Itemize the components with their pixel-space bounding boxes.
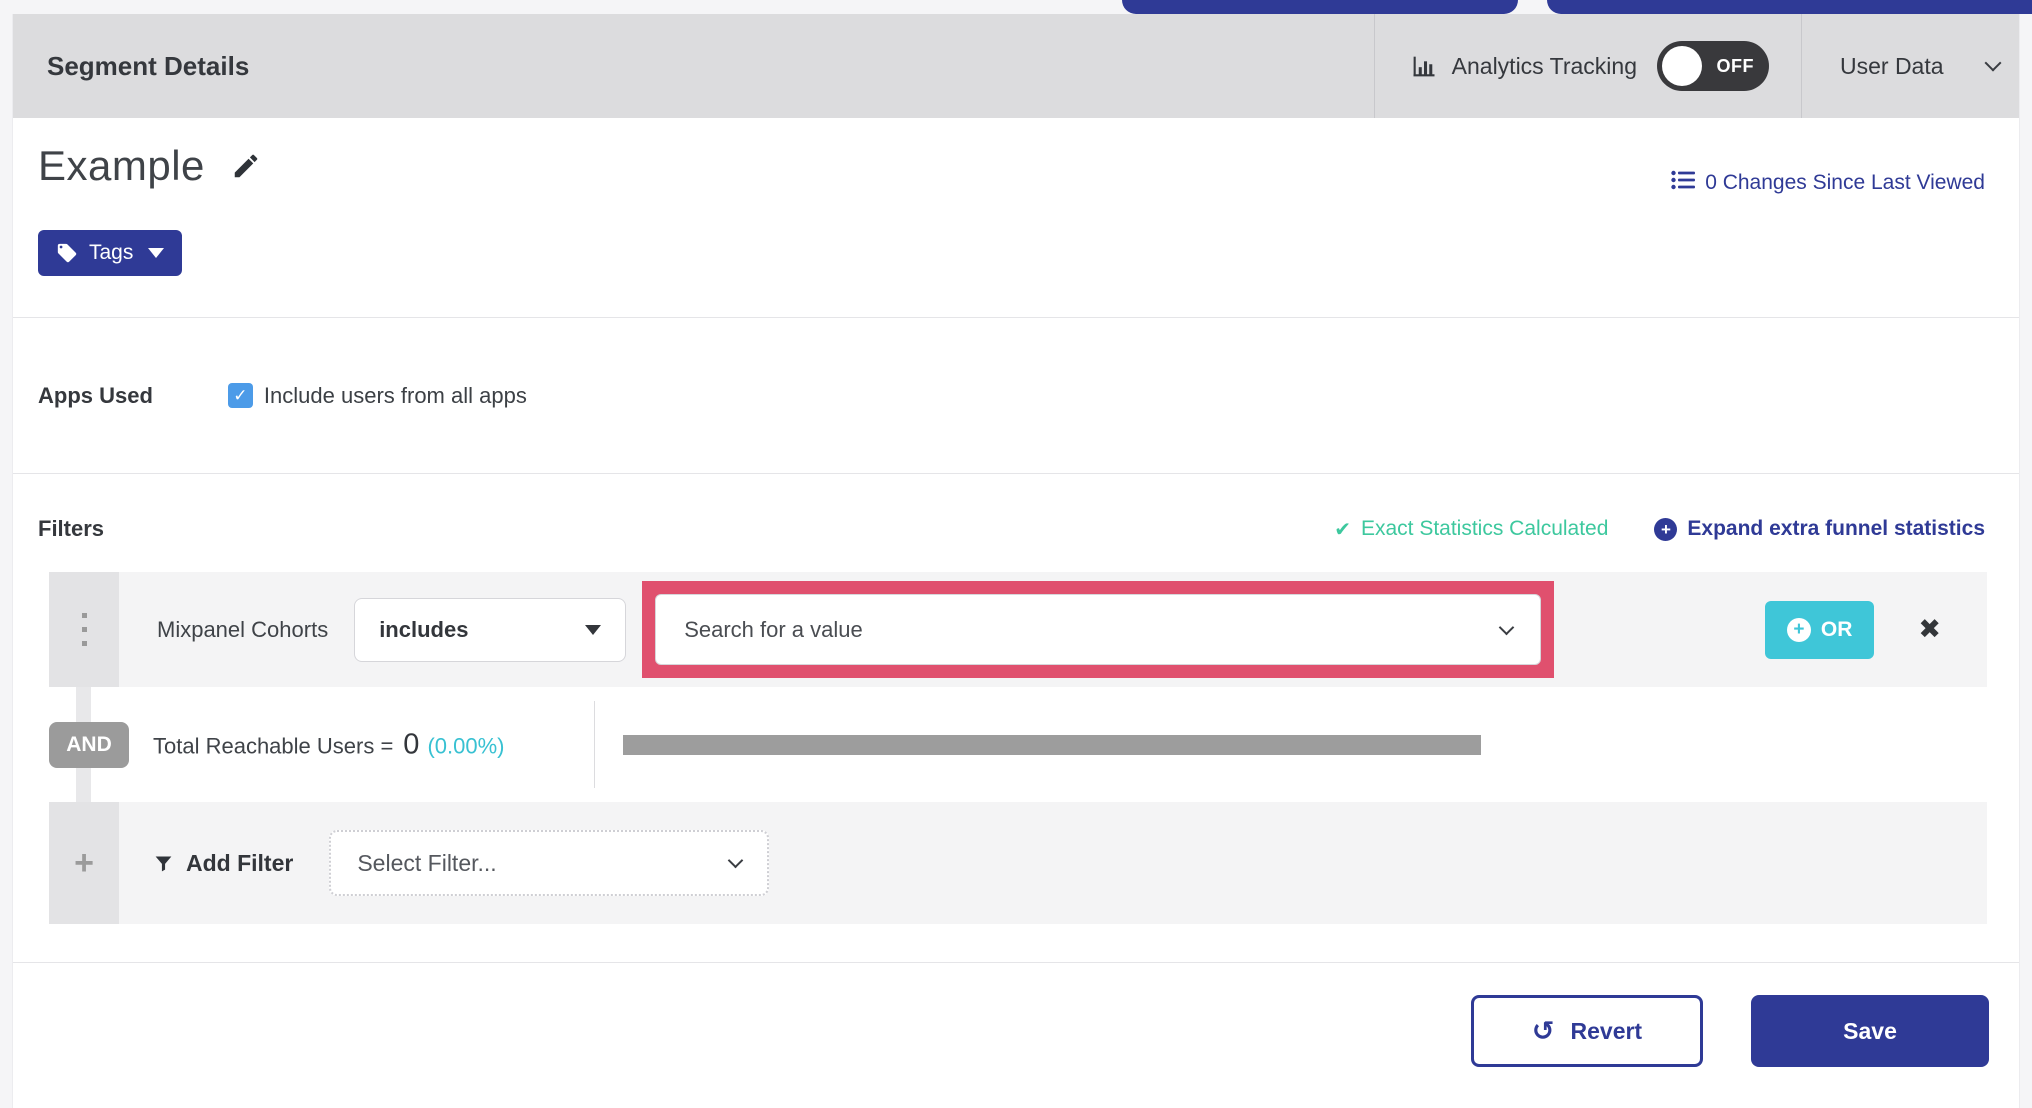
highlight-annotation: Search for a value xyxy=(642,581,1555,678)
cutoff-button-left[interactable] xyxy=(1122,0,1518,14)
plus-icon: + xyxy=(74,844,94,882)
analytics-tracking-group: Analytics Tracking OFF xyxy=(1373,14,1801,118)
toggle-knob xyxy=(1662,46,1702,86)
tag-icon xyxy=(56,242,78,264)
segment-details-header: Segment Details Analytics Tracking OFF U… xyxy=(13,14,2019,118)
remove-filter-icon[interactable]: ✖ xyxy=(1918,616,1941,643)
page-title: Segment Details xyxy=(47,50,250,81)
chevron-down-icon xyxy=(1498,619,1515,635)
include-all-apps-checkbox[interactable]: ✓ xyxy=(227,383,253,408)
drag-handle[interactable] xyxy=(49,572,119,687)
add-filter-label: Add Filter xyxy=(186,849,294,876)
edit-pencil-icon[interactable] xyxy=(231,151,261,181)
grip-dot xyxy=(81,641,87,646)
grip-dot xyxy=(81,627,87,632)
filter-row: Mixpanel Cohorts includes Search for a v… xyxy=(49,572,1987,687)
chevron-down-icon xyxy=(1984,54,2002,72)
expand-funnel-statistics-link[interactable]: + Expand extra funnel statistics xyxy=(1654,517,1985,541)
expand-funnel-statistics-label: Expand extra funnel statistics xyxy=(1687,517,1985,540)
select-filter-placeholder: Select Filter... xyxy=(357,849,497,876)
analytics-bars-icon xyxy=(1410,52,1438,80)
checkbox-check-icon: ✓ xyxy=(233,385,248,405)
value-select-placeholder: Search for a value xyxy=(684,616,863,642)
add-or-condition-button[interactable]: + OR xyxy=(1764,600,1875,659)
tags-button[interactable]: Tags xyxy=(38,230,183,276)
exact-statistics-status: ✔ Exact Statistics Calculated xyxy=(1334,517,1608,542)
top-cutoff-strip xyxy=(0,0,2032,14)
operator-select[interactable]: includes xyxy=(354,597,627,662)
toggle-state-label: OFF xyxy=(1716,55,1754,76)
analytics-tracking-toggle[interactable]: OFF xyxy=(1657,41,1769,91)
plus-circle-icon: + xyxy=(1786,617,1811,642)
exact-statistics-label: Exact Statistics Calculated xyxy=(1360,517,1609,540)
segment-details-panel: Segment Details Analytics Tracking OFF U… xyxy=(12,14,2020,1108)
user-data-label: User Data xyxy=(1840,52,1944,79)
total-reachable-percent: (0.00%) xyxy=(427,733,505,758)
revert-button-label: Revert xyxy=(1570,1017,1643,1044)
tags-button-label: Tags xyxy=(89,241,134,264)
include-all-apps-label: Include users from all apps xyxy=(263,382,527,408)
save-button[interactable]: Save xyxy=(1751,995,1989,1067)
cutoff-button-right[interactable] xyxy=(1547,0,2032,14)
footer-actions: ↺ Revert Save xyxy=(13,963,2019,1108)
chevron-down-icon xyxy=(728,852,744,869)
segment-title-section: Example 0 Changes Since Last Viewed Tags xyxy=(13,118,2019,318)
filter-name-label: Mixpanel Cohorts xyxy=(157,616,329,642)
filters-heading: Filters xyxy=(38,516,105,541)
caret-down-icon xyxy=(585,624,602,635)
total-reachable-row: AND Total Reachable Users = 0 (0.00%) xyxy=(49,687,1987,802)
total-reachable-label: Total Reachable Users = xyxy=(153,733,394,758)
filters-section: Filters ✔ Exact Statistics Calculated + … xyxy=(13,474,2019,963)
changes-list-icon xyxy=(1671,170,1696,196)
value-search-select[interactable]: Search for a value xyxy=(655,594,1542,665)
changes-since-last-viewed-link[interactable]: 0 Changes Since Last Viewed xyxy=(1671,170,1985,196)
grip-dot xyxy=(81,613,87,618)
revert-button[interactable]: ↺ Revert xyxy=(1471,995,1703,1067)
apps-used-label: Apps Used xyxy=(38,382,153,408)
and-badge: AND xyxy=(49,721,129,768)
vertical-divider xyxy=(594,701,595,788)
segment-name: Example xyxy=(38,142,205,189)
total-reachable-value: 0 xyxy=(403,728,420,760)
add-filter-row: + Add Filter Select Filter... xyxy=(49,802,1987,924)
check-icon: ✔ xyxy=(1334,518,1351,541)
add-filter-plus-strip[interactable]: + xyxy=(49,802,119,924)
select-filter-dropdown[interactable]: Select Filter... xyxy=(329,830,770,896)
changes-link-label: 0 Changes Since Last Viewed xyxy=(1705,171,1985,194)
revert-undo-icon: ↺ xyxy=(1531,1015,1555,1046)
apps-used-section: Apps Used ✓ Include users from all apps xyxy=(13,318,2019,474)
operator-value: includes xyxy=(379,616,469,642)
plus-circle-icon: + xyxy=(1654,517,1678,541)
reachable-users-bar xyxy=(623,734,1481,755)
include-all-apps-row: ✓ Include users from all apps xyxy=(227,382,527,409)
filter-funnel-icon xyxy=(153,853,174,874)
analytics-tracking-label: Analytics Tracking xyxy=(1451,52,1637,79)
user-data-dropdown[interactable]: User Data xyxy=(1801,14,2019,118)
or-button-label: OR xyxy=(1820,617,1853,641)
caret-down-icon xyxy=(148,248,165,258)
